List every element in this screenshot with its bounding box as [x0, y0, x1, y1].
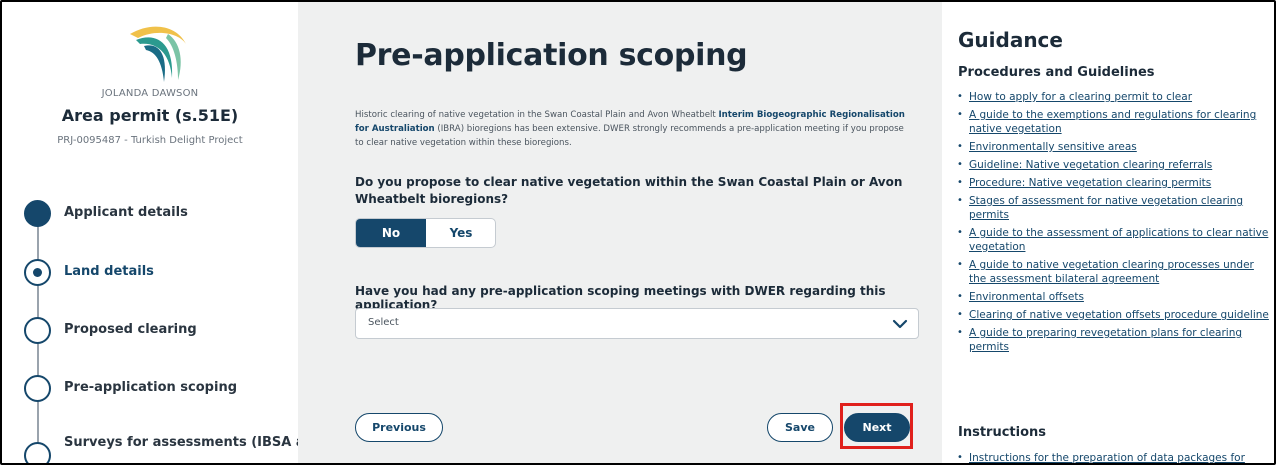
guidance-link[interactable]: How to apply for a clearing permit to cl… — [956, 90, 1272, 104]
next-button[interactable]: Next — [844, 413, 910, 442]
app-frame: JOLANDA DAWSON Area permit (s.51E) PRJ-0… — [0, 0, 1276, 465]
link-text[interactable]: Procedure: Native vegetation clearing pe… — [969, 177, 1211, 189]
guidance-links-list: How to apply for a clearing permit to cl… — [956, 90, 1272, 358]
guidance-link[interactable]: A guide to native vegetation clearing pr… — [956, 258, 1272, 286]
yes-no-toggle: No Yes — [355, 218, 496, 248]
guidance-link[interactable]: Clearing of native vegetation offsets pr… — [956, 308, 1272, 322]
step-label: Pre-application scoping — [64, 380, 238, 395]
link-text[interactable]: A guide to the assessment of application… — [969, 227, 1268, 253]
step-proposed-clearing[interactable]: Proposed clearing — [24, 317, 298, 347]
guidance-link[interactable]: A guide to the exemptions and regulation… — [956, 108, 1272, 136]
instruction-link[interactable]: Instructions for the preparation of data… — [956, 451, 1272, 463]
link-text[interactable]: Environmental offsets — [969, 291, 1084, 303]
intro-text: Historic clearing of native vegetation i… — [355, 108, 915, 150]
select-value: Select — [368, 317, 399, 328]
guidance-link[interactable]: Procedure: Native vegetation clearing pe… — [956, 176, 1272, 190]
scoping-meetings-select[interactable]: Select — [355, 308, 919, 339]
step-completed-icon — [24, 200, 51, 227]
guidance-link[interactable]: Stages of assessment for native vegetati… — [956, 194, 1272, 222]
guidance-link[interactable]: A guide to the assessment of application… — [956, 226, 1272, 254]
procedures-heading: Procedures and Guidelines — [958, 65, 1155, 80]
step-label: Land details — [64, 264, 154, 279]
instructions-heading: Instructions — [958, 425, 1047, 440]
permit-type: Area permit (s.51E) — [61, 106, 239, 125]
link-text[interactable]: Guideline: Native vegetation clearing re… — [969, 159, 1212, 171]
step-land-details[interactable]: Land details — [24, 259, 298, 289]
step-applicant-details[interactable]: Applicant details — [24, 200, 298, 230]
link-text[interactable]: Stages of assessment for native vegetati… — [969, 195, 1243, 221]
user-name: JOLANDA DAWSON — [101, 88, 199, 99]
link-text[interactable]: A guide to preparing revegetation plans … — [969, 327, 1242, 353]
link-text[interactable]: A guide to the exemptions and regulation… — [969, 109, 1256, 135]
instructions-links-list: Instructions for the preparation of data… — [956, 451, 1272, 463]
main-form-panel: Pre-application scoping Historic clearin… — [298, 2, 942, 463]
guidance-title: Guidance — [958, 28, 1063, 52]
step-label: Surveys for assessments (IBSA and — [64, 435, 324, 450]
step-pending-icon — [24, 317, 51, 344]
guidance-link[interactable]: A guide to preparing revegetation plans … — [956, 326, 1272, 354]
question-swan-coastal: Do you propose to clear native vegetatio… — [355, 175, 903, 206]
link-text[interactable]: A guide to native vegetation clearing pr… — [969, 259, 1254, 285]
guidance-link[interactable]: Environmental offsets — [956, 290, 1272, 304]
progress-sidebar: JOLANDA DAWSON Area permit (s.51E) PRJ-0… — [2, 2, 323, 463]
intro-text-end: (IBRA) bioregions has been extensive. DW… — [355, 124, 904, 148]
step-pending-icon — [24, 375, 51, 402]
link-text[interactable]: Clearing of native vegetation offsets pr… — [969, 309, 1269, 321]
guidance-panel: Guidance Procedures and Guidelines How t… — [942, 2, 1274, 463]
step-label: Applicant details — [64, 205, 188, 220]
chevron-down-icon — [892, 319, 908, 329]
dwer-logo-icon — [130, 26, 186, 82]
link-text[interactable]: How to apply for a clearing permit to cl… — [969, 91, 1192, 103]
toggle-yes-option[interactable]: Yes — [426, 219, 495, 247]
toggle-no-option[interactable]: No — [356, 219, 426, 247]
step-label: Proposed clearing — [64, 322, 197, 337]
page-title: Pre-application scoping — [355, 38, 748, 73]
step-pre-application-scoping[interactable]: Pre-application scoping — [24, 375, 298, 405]
previous-button[interactable]: Previous — [355, 413, 443, 442]
step-pending-icon — [24, 442, 51, 463]
intro-text-start: Historic clearing of native vegetation i… — [355, 110, 719, 120]
step-current-icon — [24, 259, 51, 286]
project-id: PRJ-0095487 - Turkish Delight Project — [57, 135, 243, 146]
save-button[interactable]: Save — [767, 413, 833, 442]
link-text[interactable]: Instructions for the preparation of data… — [969, 452, 1245, 463]
step-surveys-for-assessments[interactable]: Surveys for assessments (IBSA and — [24, 435, 323, 463]
link-text[interactable]: Environmentally sensitive areas — [969, 141, 1137, 153]
guidance-link[interactable]: Environmentally sensitive areas — [956, 140, 1272, 154]
guidance-link[interactable]: Guideline: Native vegetation clearing re… — [956, 158, 1272, 172]
